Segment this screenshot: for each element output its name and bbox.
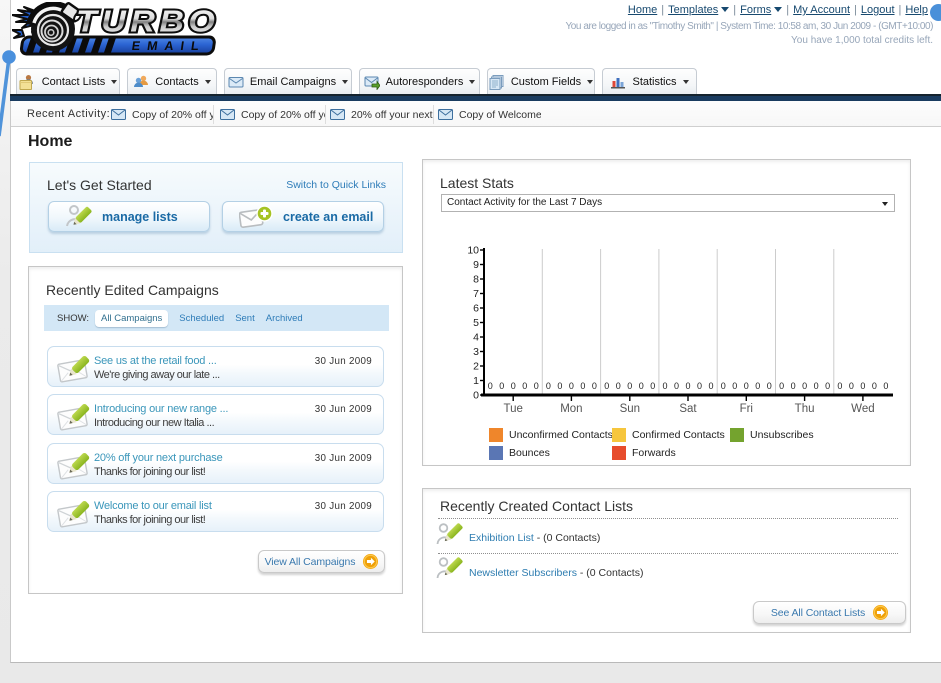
svg-text:0: 0 (779, 381, 784, 391)
svg-text:0: 0 (616, 381, 621, 391)
svg-text:0: 0 (802, 381, 807, 391)
svg-text:0: 0 (755, 381, 760, 391)
svg-text:0: 0 (499, 381, 504, 391)
svg-text:2: 2 (473, 361, 479, 373)
svg-text:Sat: Sat (679, 403, 697, 415)
svg-text:3: 3 (473, 346, 479, 358)
svg-text:0: 0 (883, 381, 888, 391)
svg-text:0: 0 (791, 381, 796, 391)
svg-text:EMAIL: EMAIL (131, 39, 207, 53)
svg-text:Tue: Tue (504, 403, 523, 415)
svg-text:1: 1 (473, 375, 479, 387)
svg-text:0: 0 (557, 381, 562, 391)
svg-text:0: 0 (825, 381, 830, 391)
svg-text:5: 5 (473, 317, 479, 329)
svg-text:0: 0 (627, 381, 632, 391)
svg-text:0: 0 (522, 381, 527, 391)
svg-text:0: 0 (650, 381, 655, 391)
svg-text:7: 7 (473, 288, 479, 300)
svg-text:0: 0 (604, 381, 609, 391)
svg-text:0: 0 (488, 381, 493, 391)
svg-text:6: 6 (473, 303, 479, 315)
svg-text:0: 0 (511, 381, 516, 391)
svg-text:0: 0 (473, 390, 479, 402)
svg-text:0: 0 (872, 381, 877, 391)
svg-text:0: 0 (732, 381, 737, 391)
svg-text:0: 0 (580, 381, 585, 391)
svg-text:0: 0 (814, 381, 819, 391)
svg-text:0: 0 (697, 381, 702, 391)
svg-text:0: 0 (721, 381, 726, 391)
svg-text:0: 0 (849, 381, 854, 391)
svg-text:0: 0 (592, 381, 597, 391)
svg-text:8: 8 (473, 274, 479, 286)
svg-text:0: 0 (860, 381, 865, 391)
svg-text:0: 0 (685, 381, 690, 391)
svg-text:0: 0 (534, 381, 539, 391)
svg-text:9: 9 (473, 259, 479, 271)
svg-text:Sun: Sun (620, 403, 640, 415)
svg-text:0: 0 (639, 381, 644, 391)
svg-text:Wed: Wed (851, 403, 874, 415)
svg-text:4: 4 (473, 332, 479, 344)
svg-text:0: 0 (767, 381, 772, 391)
svg-text:0: 0 (744, 381, 749, 391)
svg-text:0: 0 (569, 381, 574, 391)
svg-text:TURBO: TURBO (76, 4, 219, 38)
svg-text:0: 0 (662, 381, 667, 391)
svg-text:0: 0 (674, 381, 679, 391)
svg-text:10: 10 (467, 245, 479, 257)
svg-text:Mon: Mon (560, 403, 582, 415)
svg-text:0: 0 (708, 381, 713, 391)
svg-text:0: 0 (546, 381, 551, 391)
svg-text:0: 0 (837, 381, 842, 391)
svg-text:Fri: Fri (740, 403, 753, 415)
svg-text:Thu: Thu (795, 403, 815, 415)
